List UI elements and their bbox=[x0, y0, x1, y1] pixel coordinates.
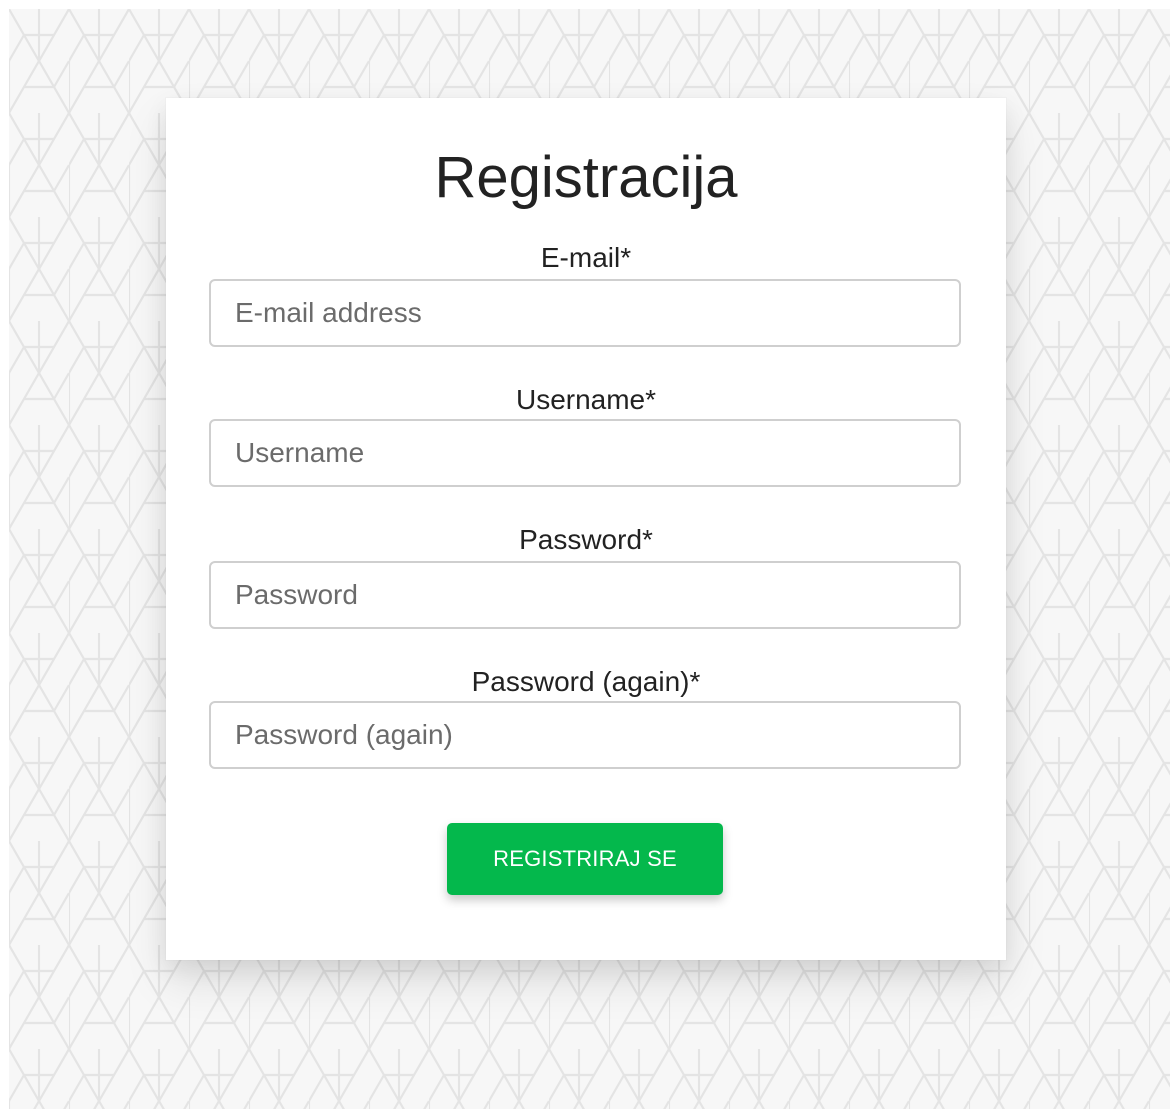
password-label: Password* bbox=[519, 524, 653, 555]
registration-card: Registracija E-mail* Username* Password*… bbox=[166, 98, 1006, 960]
password-input[interactable] bbox=[209, 561, 961, 629]
page-background: Registracija E-mail* Username* Password*… bbox=[9, 9, 1170, 1109]
password-again-input[interactable] bbox=[209, 701, 961, 769]
password-again-label: Password (again)* bbox=[471, 666, 701, 697]
email-label: E-mail* bbox=[540, 242, 632, 273]
page-title: Registracija bbox=[434, 145, 738, 210]
email-input[interactable] bbox=[209, 279, 961, 347]
username-input[interactable] bbox=[209, 419, 961, 487]
username-label: Username* bbox=[515, 384, 657, 415]
register-button[interactable]: REGISTRIRAJ SE bbox=[447, 823, 723, 895]
